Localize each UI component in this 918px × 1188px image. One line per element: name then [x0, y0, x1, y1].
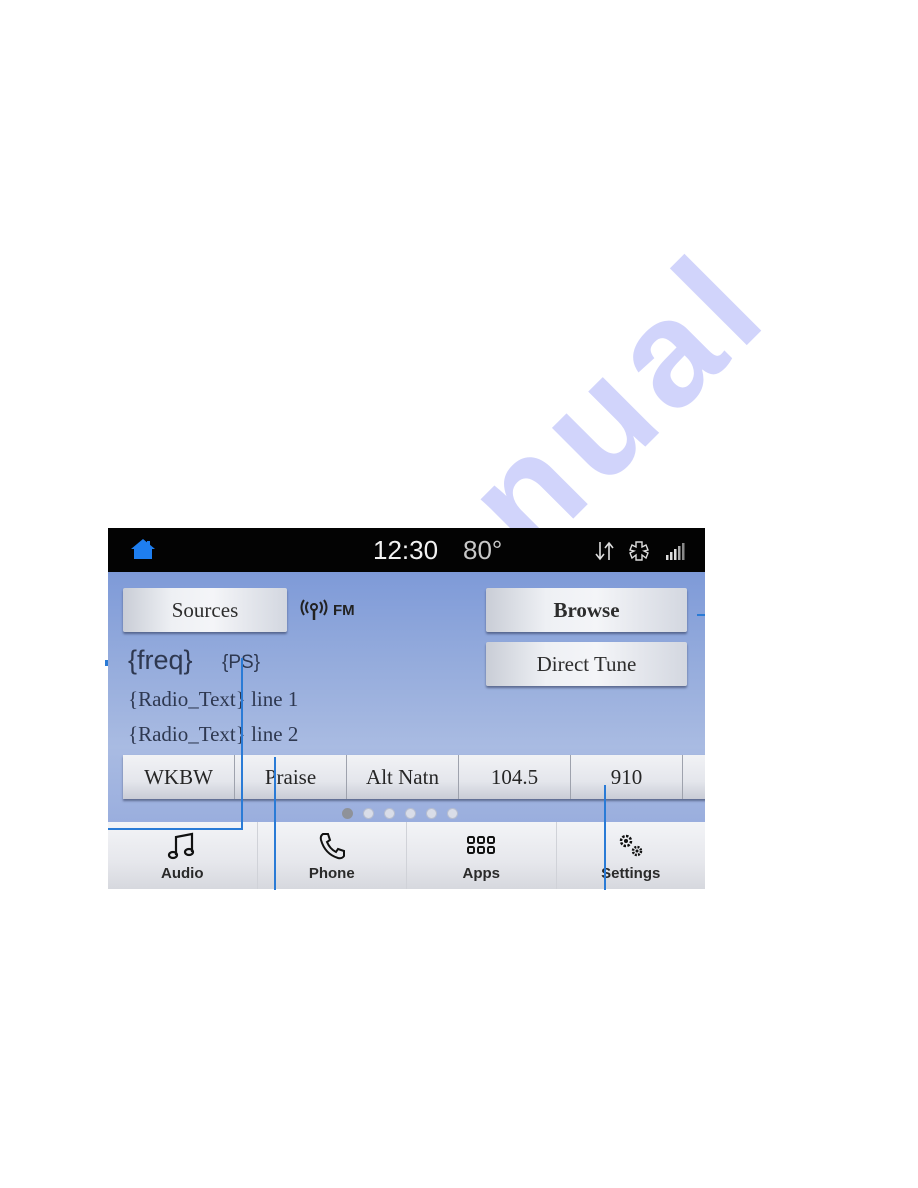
- page-dot[interactable]: [363, 808, 374, 819]
- bottom-nav-bar: Audio Phone Apps Settings: [108, 822, 705, 889]
- page-dot[interactable]: [447, 808, 458, 819]
- nav-settings[interactable]: Settings: [557, 822, 706, 889]
- radio-text-line-2: {Radio_Text} line 2: [128, 722, 299, 746]
- callout-line: [604, 785, 606, 890]
- climate-icon: [629, 541, 649, 561]
- page-dot[interactable]: [405, 808, 416, 819]
- radio-screen: 12:30 80° Sources FM {freq} {Radio_Text}…: [108, 528, 705, 889]
- nav-audio[interactable]: Audio: [108, 822, 258, 889]
- nav-phone[interactable]: Phone: [258, 822, 407, 889]
- browse-button[interactable]: Browse: [486, 588, 687, 632]
- preset-button[interactable]: WKBW: [123, 755, 235, 799]
- broadcast-antenna-icon: [300, 599, 328, 620]
- apps-grid-icon: [467, 836, 496, 854]
- radio-text-line-1: {Radio_Text} line 1: [128, 687, 299, 711]
- nav-apps[interactable]: Apps: [407, 822, 557, 889]
- preset-button[interactable]: [683, 755, 705, 799]
- band-indicator: FM: [300, 599, 355, 621]
- callout-dot: [105, 660, 108, 666]
- nav-apps-label: Apps: [462, 865, 501, 882]
- band-label: FM: [333, 601, 355, 619]
- frequency-display: {freq}: [128, 645, 193, 675]
- phone-icon: [319, 833, 345, 860]
- page-dot[interactable]: [426, 808, 437, 819]
- callout-line: [108, 828, 243, 830]
- page-dot[interactable]: [384, 808, 395, 819]
- preset-button[interactable]: Praise: [235, 755, 347, 799]
- preset-button[interactable]: 910: [571, 755, 683, 799]
- callout-line: [241, 658, 243, 830]
- outside-temperature: 80°: [463, 535, 503, 565]
- clock: 12:30: [373, 535, 439, 565]
- music-note-icon: [168, 832, 195, 860]
- gears-icon: [619, 834, 642, 857]
- radio-main-panel: Sources FM {freq} {PS} {Radio_Text} line…: [108, 572, 705, 822]
- home-icon[interactable]: [130, 538, 156, 560]
- nav-settings-label: Settings: [601, 865, 661, 882]
- sources-button[interactable]: Sources: [123, 588, 287, 632]
- signal-strength-icon: [666, 543, 685, 560]
- preset-bar: WKBW Praise Alt Natn 104.5 910: [123, 755, 705, 799]
- nav-phone-label: Phone: [308, 865, 355, 882]
- data-transfer-icon: [595, 541, 614, 561]
- direct-tune-button[interactable]: Direct Tune: [486, 642, 687, 686]
- page-dot[interactable]: [342, 808, 353, 819]
- preset-page-indicator: [342, 808, 458, 819]
- callout-line: [274, 757, 276, 890]
- status-bar: 12:30 80°: [108, 528, 705, 572]
- callout-arrow: [697, 614, 705, 616]
- preset-button[interactable]: 104.5: [459, 755, 571, 799]
- nav-audio-label: Audio: [161, 865, 204, 882]
- preset-button[interactable]: Alt Natn: [347, 755, 459, 799]
